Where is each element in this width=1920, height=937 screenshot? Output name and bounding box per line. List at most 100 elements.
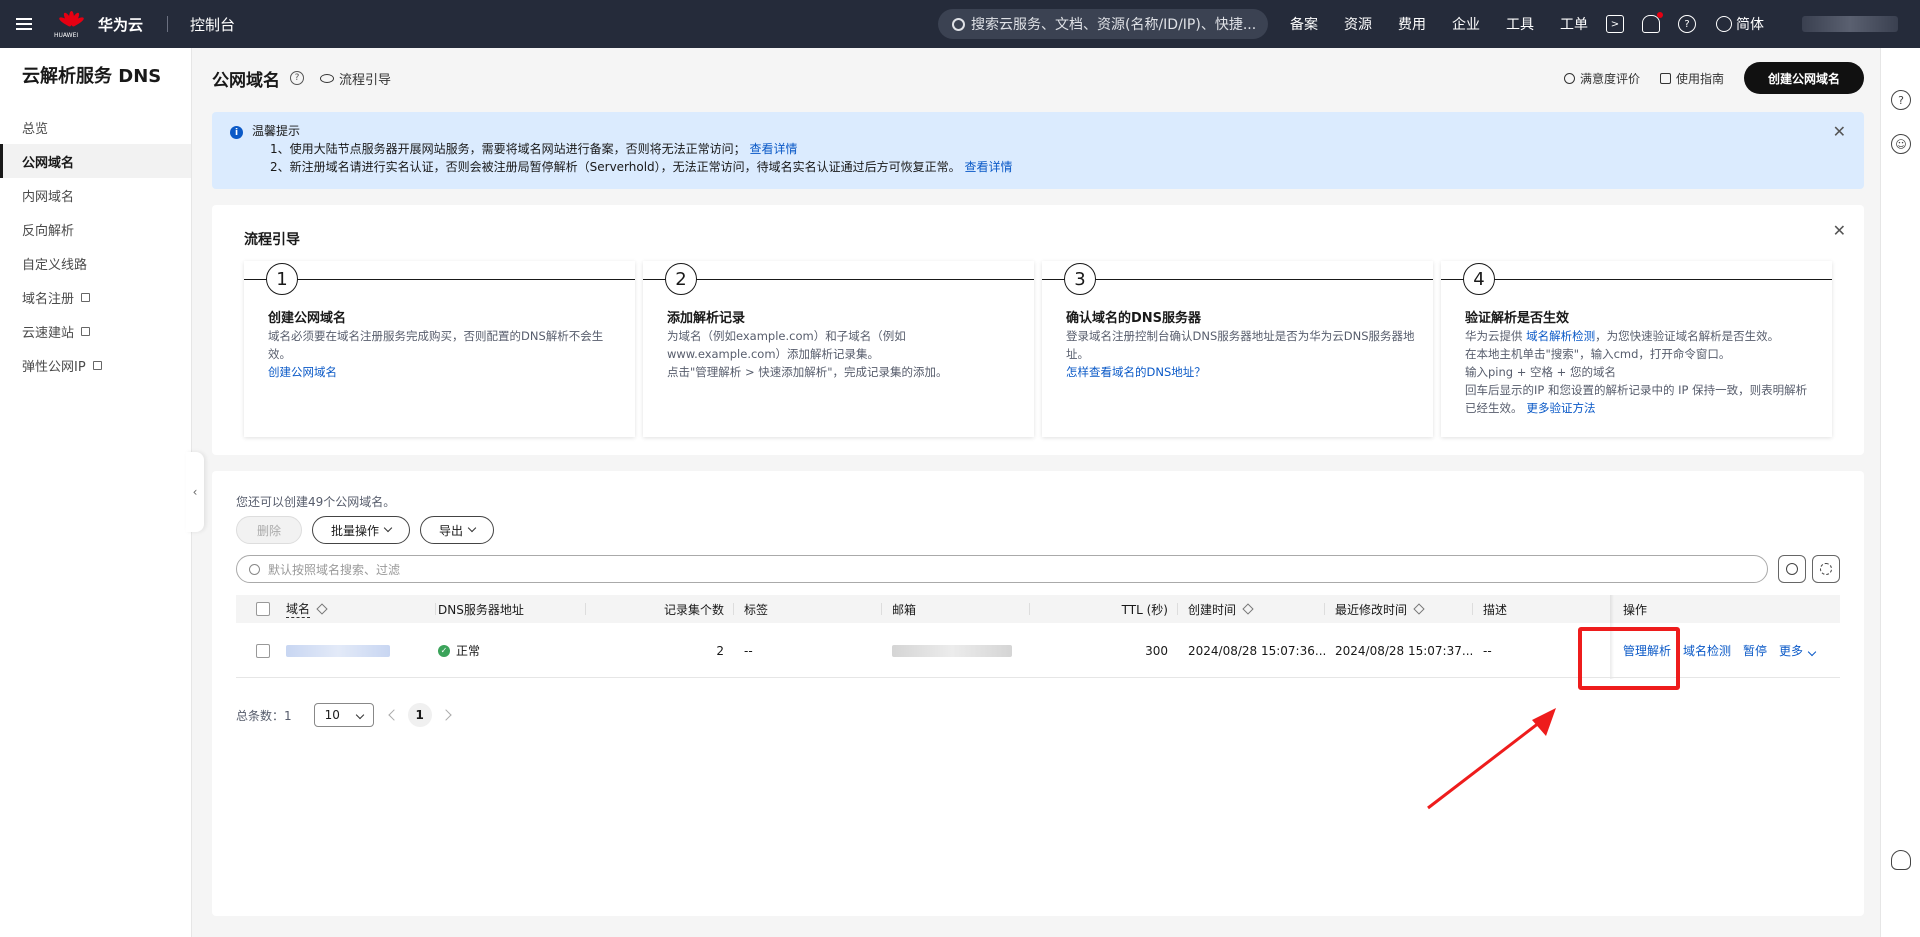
nav-resources[interactable]: 资源: [1344, 14, 1372, 34]
help-icon[interactable]: ?: [1891, 90, 1911, 110]
close-icon[interactable]: ✕: [1833, 124, 1846, 140]
step-desc-text: 登录域名注册控制台确认DNS服务器地址是否为华为云DNS服务器地址。: [1066, 329, 1415, 361]
col-label: 记录集个数: [663, 602, 724, 617]
external-link-icon: [81, 326, 91, 336]
user-account[interactable]: [1802, 16, 1898, 32]
sidebar-item-custom-lines[interactable]: 自定义线路: [0, 246, 191, 280]
sidebar-item-private-zones[interactable]: 内网域名: [0, 178, 191, 212]
page-title: 公网域名: [212, 70, 280, 91]
nav-billing[interactable]: 费用: [1398, 14, 1426, 34]
sort-icon[interactable]: [316, 603, 328, 615]
bell-icon[interactable]: [1642, 12, 1663, 33]
col-modified[interactable]: 最近修改时间: [1325, 595, 1473, 623]
select-all-cell: [256, 595, 286, 623]
status-text: 正常: [456, 644, 481, 658]
terminal-icon[interactable]: >: [1606, 15, 1624, 33]
global-search-input[interactable]: 搜索云服务、文档、资源(名称/ID/IP)、快捷...: [938, 9, 1268, 39]
create-public-zone-button[interactable]: 创建公网域名: [1743, 62, 1864, 94]
sidebar-item-domain-registration[interactable]: 域名注册: [0, 280, 191, 314]
create-public-zone-link[interactable]: 创建公网域名: [268, 365, 337, 379]
flow-guide-toggle[interactable]: 流程引导: [320, 69, 391, 88]
domain-check-action-link[interactable]: 域名检测: [1683, 642, 1731, 659]
nav-tickets[interactable]: 工单: [1560, 14, 1588, 34]
help-icon[interactable]: ?: [290, 71, 304, 85]
next-page-icon[interactable]: [439, 709, 452, 721]
view-dns-address-link[interactable]: 怎样查看域名的DNS地址？: [1066, 365, 1206, 379]
row-checkbox[interactable]: [256, 643, 270, 658]
user-guide-label: 使用指南: [1675, 71, 1724, 86]
page-size-select[interactable]: 10: [313, 703, 374, 727]
step-desc: 登录域名注册控制台确认DNS服务器地址是否为华为云DNS服务器地址。 怎样查看域…: [1066, 327, 1416, 381]
search-icon: [952, 17, 965, 31]
nav-filing[interactable]: 备案: [1290, 14, 1318, 34]
flow-step-4: 4 验证解析是否生效 华为云提供 域名解析检测，为您快速验证域名解析是否生效。 …: [1441, 261, 1832, 437]
more-dropdown[interactable]: 更多: [1779, 642, 1817, 659]
flow-guide-title: 流程引导: [244, 232, 300, 248]
step-line: [1441, 279, 1832, 280]
close-icon[interactable]: ✕: [1833, 223, 1846, 239]
check-circle-icon: ✓: [438, 644, 450, 657]
sidebar-item-public-zones[interactable]: 公网域名: [0, 144, 191, 178]
flow-guide-label: 流程引导: [339, 72, 392, 88]
prev-page-icon[interactable]: [387, 709, 400, 721]
table-search-input[interactable]: 默认按照域名搜索、过滤: [236, 555, 1768, 583]
export-button[interactable]: 导出: [420, 516, 495, 544]
nav-enterprise[interactable]: 企业: [1452, 14, 1480, 34]
info-icon: i: [230, 126, 243, 139]
nav-tools[interactable]: 工具: [1506, 14, 1534, 34]
ttl-cell: 300: [1030, 623, 1178, 678]
sort-icon[interactable]: [1242, 603, 1254, 615]
col-label: 描述: [1483, 602, 1508, 617]
document-icon: [1659, 72, 1671, 84]
domain-link[interactable]: [286, 644, 390, 657]
sidebar-item-reverse-resolution[interactable]: 反向解析: [0, 212, 191, 246]
step-title: 创建公网域名: [268, 311, 347, 326]
col-dns-server: DNS服务器地址: [436, 595, 586, 623]
step-number: 4: [1463, 263, 1495, 295]
sidebar-item-site-builder[interactable]: 云速建站: [0, 314, 191, 348]
flow-step-3: 3 确认域名的DNS服务器 登录域名注册控制台确认DNS服务器地址是否为华为云D…: [1042, 261, 1433, 437]
notice-line-2-text: 2、新注册域名请进行实名认证，否则会被注册局暂停解析（Serverhold），无…: [270, 160, 961, 174]
select-all-checkbox[interactable]: [256, 602, 270, 616]
col-created[interactable]: 创建时间: [1178, 595, 1325, 623]
col-domain[interactable]: 域名: [286, 595, 436, 623]
page-1[interactable]: 1: [407, 703, 432, 727]
step-desc-text: 为域名（例如example.com）和子域名（例如www.example.com…: [667, 329, 906, 361]
satisfaction-link[interactable]: 满意度评价: [1563, 70, 1640, 87]
col-description: 描述: [1473, 595, 1613, 623]
total-count: 总条数：1: [236, 708, 292, 723]
brand-sub: HUAWEI: [54, 32, 79, 39]
annotation-arrow-icon: [1427, 708, 1556, 810]
step-line: [643, 279, 1034, 280]
export-label: 导出: [439, 523, 464, 538]
step-desc-text: 域名必须要在域名注册服务完成购买，否则配置的DNS解析不会生效。: [268, 329, 604, 361]
sort-icon[interactable]: [1413, 603, 1425, 615]
more-verify-methods-link[interactable]: 更多验证方法: [1527, 401, 1596, 415]
step-desc-text: ，为您快速验证域名解析是否生效。: [1595, 329, 1780, 343]
sidebar-collapse-handle[interactable]: ‹: [186, 452, 204, 532]
brand-logo[interactable]: HUAWEI 华为云: [54, 9, 143, 39]
notice-line-1-link[interactable]: 查看详情: [749, 142, 797, 156]
sidebar-item-overview[interactable]: 总览: [0, 110, 191, 144]
refresh-button[interactable]: [1778, 555, 1806, 583]
batch-operation-button[interactable]: 批量操作: [312, 516, 411, 544]
domain-check-link[interactable]: 域名解析检测: [1526, 329, 1595, 343]
headset-icon[interactable]: [1891, 850, 1911, 870]
delete-button[interactable]: 删除: [236, 516, 303, 544]
console-link[interactable]: 控制台: [190, 14, 235, 35]
satisfaction-label: 满意度评价: [1579, 71, 1640, 86]
global-search-placeholder: 搜索云服务、文档、资源(名称/ID/IP)、快捷...: [971, 17, 1257, 33]
menu-icon[interactable]: [0, 0, 48, 48]
notice-line-2-link[interactable]: 查看详情: [965, 160, 1013, 174]
sidebar-item-eip[interactable]: 弹性公网IP: [0, 348, 191, 382]
feedback-smile-icon[interactable]: ☺: [1891, 134, 1911, 154]
external-link-icon: [81, 292, 91, 302]
col-ttl: TTL (秒): [1030, 595, 1178, 623]
language-switch[interactable]: 简体: [1716, 14, 1764, 34]
user-guide-link[interactable]: 使用指南: [1659, 70, 1724, 87]
settings-button[interactable]: [1812, 555, 1840, 583]
pause-link[interactable]: 暂停: [1743, 642, 1767, 659]
help-icon[interactable]: ?: [1678, 15, 1696, 33]
notice-line-2: 2、新注册域名请进行实名认证，否则会被注册局暂停解析（Serverhold），无…: [270, 158, 1864, 176]
highlight-box: [1578, 627, 1680, 690]
